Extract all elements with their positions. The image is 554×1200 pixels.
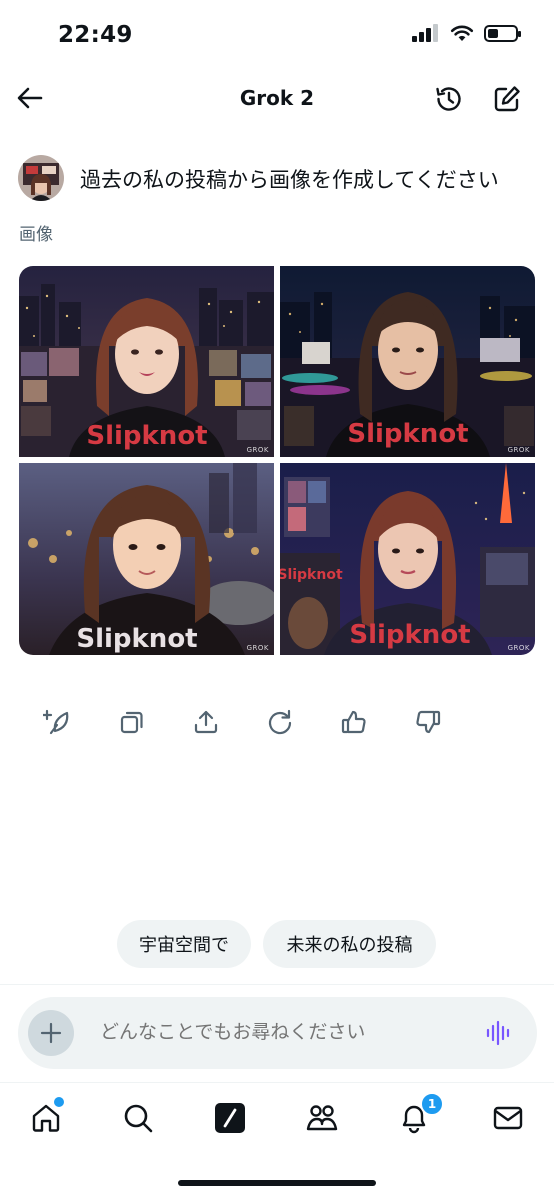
- copy-button[interactable]: [114, 705, 150, 739]
- wifi-icon: [450, 25, 474, 41]
- notifications-badge: 1: [420, 1092, 444, 1116]
- home-indicator: [178, 1180, 376, 1186]
- status-icons: [412, 24, 521, 42]
- grok-icon: [215, 1103, 245, 1133]
- grok-watermark: GROK: [507, 446, 530, 454]
- search-icon: [124, 1104, 153, 1133]
- share-icon: [194, 710, 218, 734]
- add-to-post-button[interactable]: [40, 705, 76, 739]
- page-title: Grok 2: [239, 86, 315, 110]
- message-composer: [18, 997, 537, 1069]
- regenerate-button[interactable]: [262, 705, 298, 739]
- nav-grok[interactable]: [208, 1096, 252, 1140]
- bottom-nav: 1: [0, 1092, 554, 1140]
- nav-messages[interactable]: [486, 1096, 530, 1140]
- user-prompt: 過去の私の投稿から画像を作成してください: [80, 168, 499, 192]
- shirt-print: Slipknot: [76, 624, 197, 654]
- voice-mode-button[interactable]: [485, 1019, 513, 1051]
- messages-icon: [493, 1106, 523, 1130]
- add-to-post-icon: [43, 709, 69, 735]
- regenerate-icon: [268, 709, 292, 735]
- suggestion-chip[interactable]: 未来の私の投稿: [263, 920, 436, 968]
- images-section-label: 画像: [19, 225, 53, 245]
- generated-image-1[interactable]: Slipknot GROK: [19, 266, 274, 457]
- nav-notifications[interactable]: 1: [392, 1092, 444, 1140]
- grok-watermark: GROK: [246, 446, 269, 454]
- voice-waveform-icon: [486, 1020, 510, 1046]
- history-icon: [436, 87, 461, 111]
- message-input[interactable]: [98, 1020, 462, 1044]
- new-chat-button[interactable]: [488, 80, 526, 118]
- share-button[interactable]: [188, 705, 224, 739]
- user-avatar[interactable]: [18, 155, 64, 201]
- shirt-print: Slipknot: [347, 419, 468, 449]
- nav-home[interactable]: [24, 1095, 68, 1140]
- nav-divider: [0, 1082, 554, 1083]
- thumbs-up-button[interactable]: [336, 705, 372, 739]
- history-button[interactable]: [430, 80, 468, 118]
- nav-search[interactable]: [116, 1096, 160, 1140]
- response-actions: [40, 705, 446, 739]
- cellular-signal-icon: [412, 24, 438, 42]
- status-time: 22:49: [58, 22, 133, 48]
- poster-print: Slipknot: [280, 567, 343, 583]
- home-notification-dot: [52, 1095, 66, 1109]
- avatar-image: [18, 155, 64, 201]
- shirt-print: Slipknot: [349, 620, 470, 650]
- shirt-print: Slipknot: [86, 421, 207, 451]
- nav-communities[interactable]: [300, 1096, 344, 1140]
- grok-watermark: GROK: [507, 644, 530, 652]
- copy-icon: [120, 711, 143, 734]
- thumbs-up-icon: [341, 710, 366, 734]
- generated-image-2[interactable]: Slipknot GROK: [280, 266, 535, 457]
- compose-icon: [494, 86, 520, 112]
- attach-button[interactable]: [28, 1010, 74, 1056]
- communities-icon: [306, 1105, 338, 1131]
- grok-watermark: GROK: [246, 644, 269, 652]
- battery-icon: [484, 24, 521, 42]
- input-divider: [0, 984, 554, 985]
- suggestion-chip[interactable]: 宇宙空間で: [117, 920, 251, 968]
- generated-image-3[interactable]: Slipknot GROK: [19, 463, 274, 655]
- plus-icon: [40, 1022, 62, 1044]
- thumbs-down-button[interactable]: [410, 705, 446, 739]
- generated-image-4[interactable]: Slipknot Slipknot GROK: [280, 463, 535, 655]
- thumbs-down-icon: [416, 710, 441, 734]
- generated-images-grid: Slipknot GROK Slipknot GROK Slipknot GRO…: [19, 266, 535, 655]
